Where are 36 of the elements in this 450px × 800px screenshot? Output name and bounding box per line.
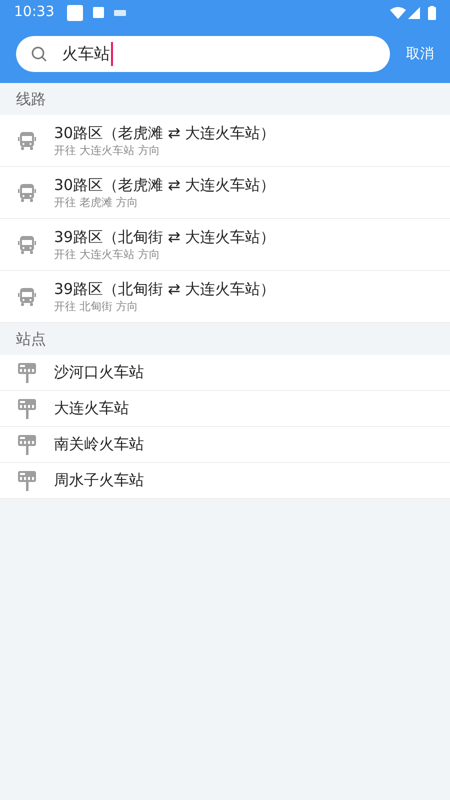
bus-stop-sign-icon bbox=[18, 470, 36, 490]
stop-list-item[interactable]: 沙河口火车站 bbox=[0, 355, 450, 391]
stop-list-item[interactable]: 周水子火车站 bbox=[0, 463, 450, 499]
stop-name: 南关岭火车站 bbox=[54, 434, 144, 456]
stop-name: 周水子火车站 bbox=[54, 470, 144, 492]
bus-icon bbox=[18, 234, 36, 254]
stop-list-item[interactable]: 大连火车站 bbox=[0, 391, 450, 427]
route-name: 30路区（老虎滩 ⇄ 大连火车站） bbox=[54, 123, 276, 143]
bus-icon bbox=[18, 286, 36, 306]
route-list-item[interactable]: 30路区（老虎滩 ⇄ 大连火车站） 开往 大连火车站 方向 bbox=[0, 115, 450, 167]
bus-icon bbox=[18, 182, 36, 202]
section-header: 线路 bbox=[16, 88, 46, 110]
route-direction: 开往 北甸街 方向 bbox=[54, 299, 139, 314]
status-time: 10:33 bbox=[14, 3, 54, 22]
bus-stop-sign-icon bbox=[18, 398, 36, 418]
route-direction: 开往 大连火车站 方向 bbox=[54, 143, 161, 158]
route-list-item[interactable]: 39路区（北甸街 ⇄ 大连火车站） 开往 大连火车站 方向 bbox=[0, 219, 450, 271]
section-header: 站点 bbox=[16, 328, 46, 350]
wifi-icon bbox=[390, 6, 406, 18]
search-field[interactable]: 火车站 bbox=[16, 36, 390, 72]
stop-name: 沙河口火车站 bbox=[54, 362, 144, 384]
route-direction: 开往 老虎滩 方向 bbox=[54, 195, 139, 210]
route-name: 39路区（北甸街 ⇄ 大连火车站） bbox=[54, 227, 276, 247]
search-icon bbox=[31, 46, 47, 62]
bus-stop-sign-icon bbox=[18, 362, 36, 382]
route-name: 39路区（北甸街 ⇄ 大连火车站） bbox=[54, 279, 276, 299]
stop-name: 大连火车站 bbox=[54, 398, 129, 420]
route-list-item[interactable]: 39路区（北甸街 ⇄ 大连火车站） 开往 北甸街 方向 bbox=[0, 271, 450, 323]
bus-stop-sign-icon bbox=[18, 434, 36, 454]
bus-icon bbox=[18, 130, 36, 150]
route-name: 30路区（老虎滩 ⇄ 大连火车站） bbox=[54, 175, 276, 195]
stop-list-item[interactable]: 南关岭火车站 bbox=[0, 427, 450, 463]
battery-icon bbox=[428, 6, 436, 20]
route-list-item[interactable]: 30路区（老虎滩 ⇄ 大连火车站） 开往 老虎滩 方向 bbox=[0, 167, 450, 219]
signal-icon bbox=[408, 6, 420, 18]
route-direction: 开往 大连火车站 方向 bbox=[54, 247, 161, 262]
